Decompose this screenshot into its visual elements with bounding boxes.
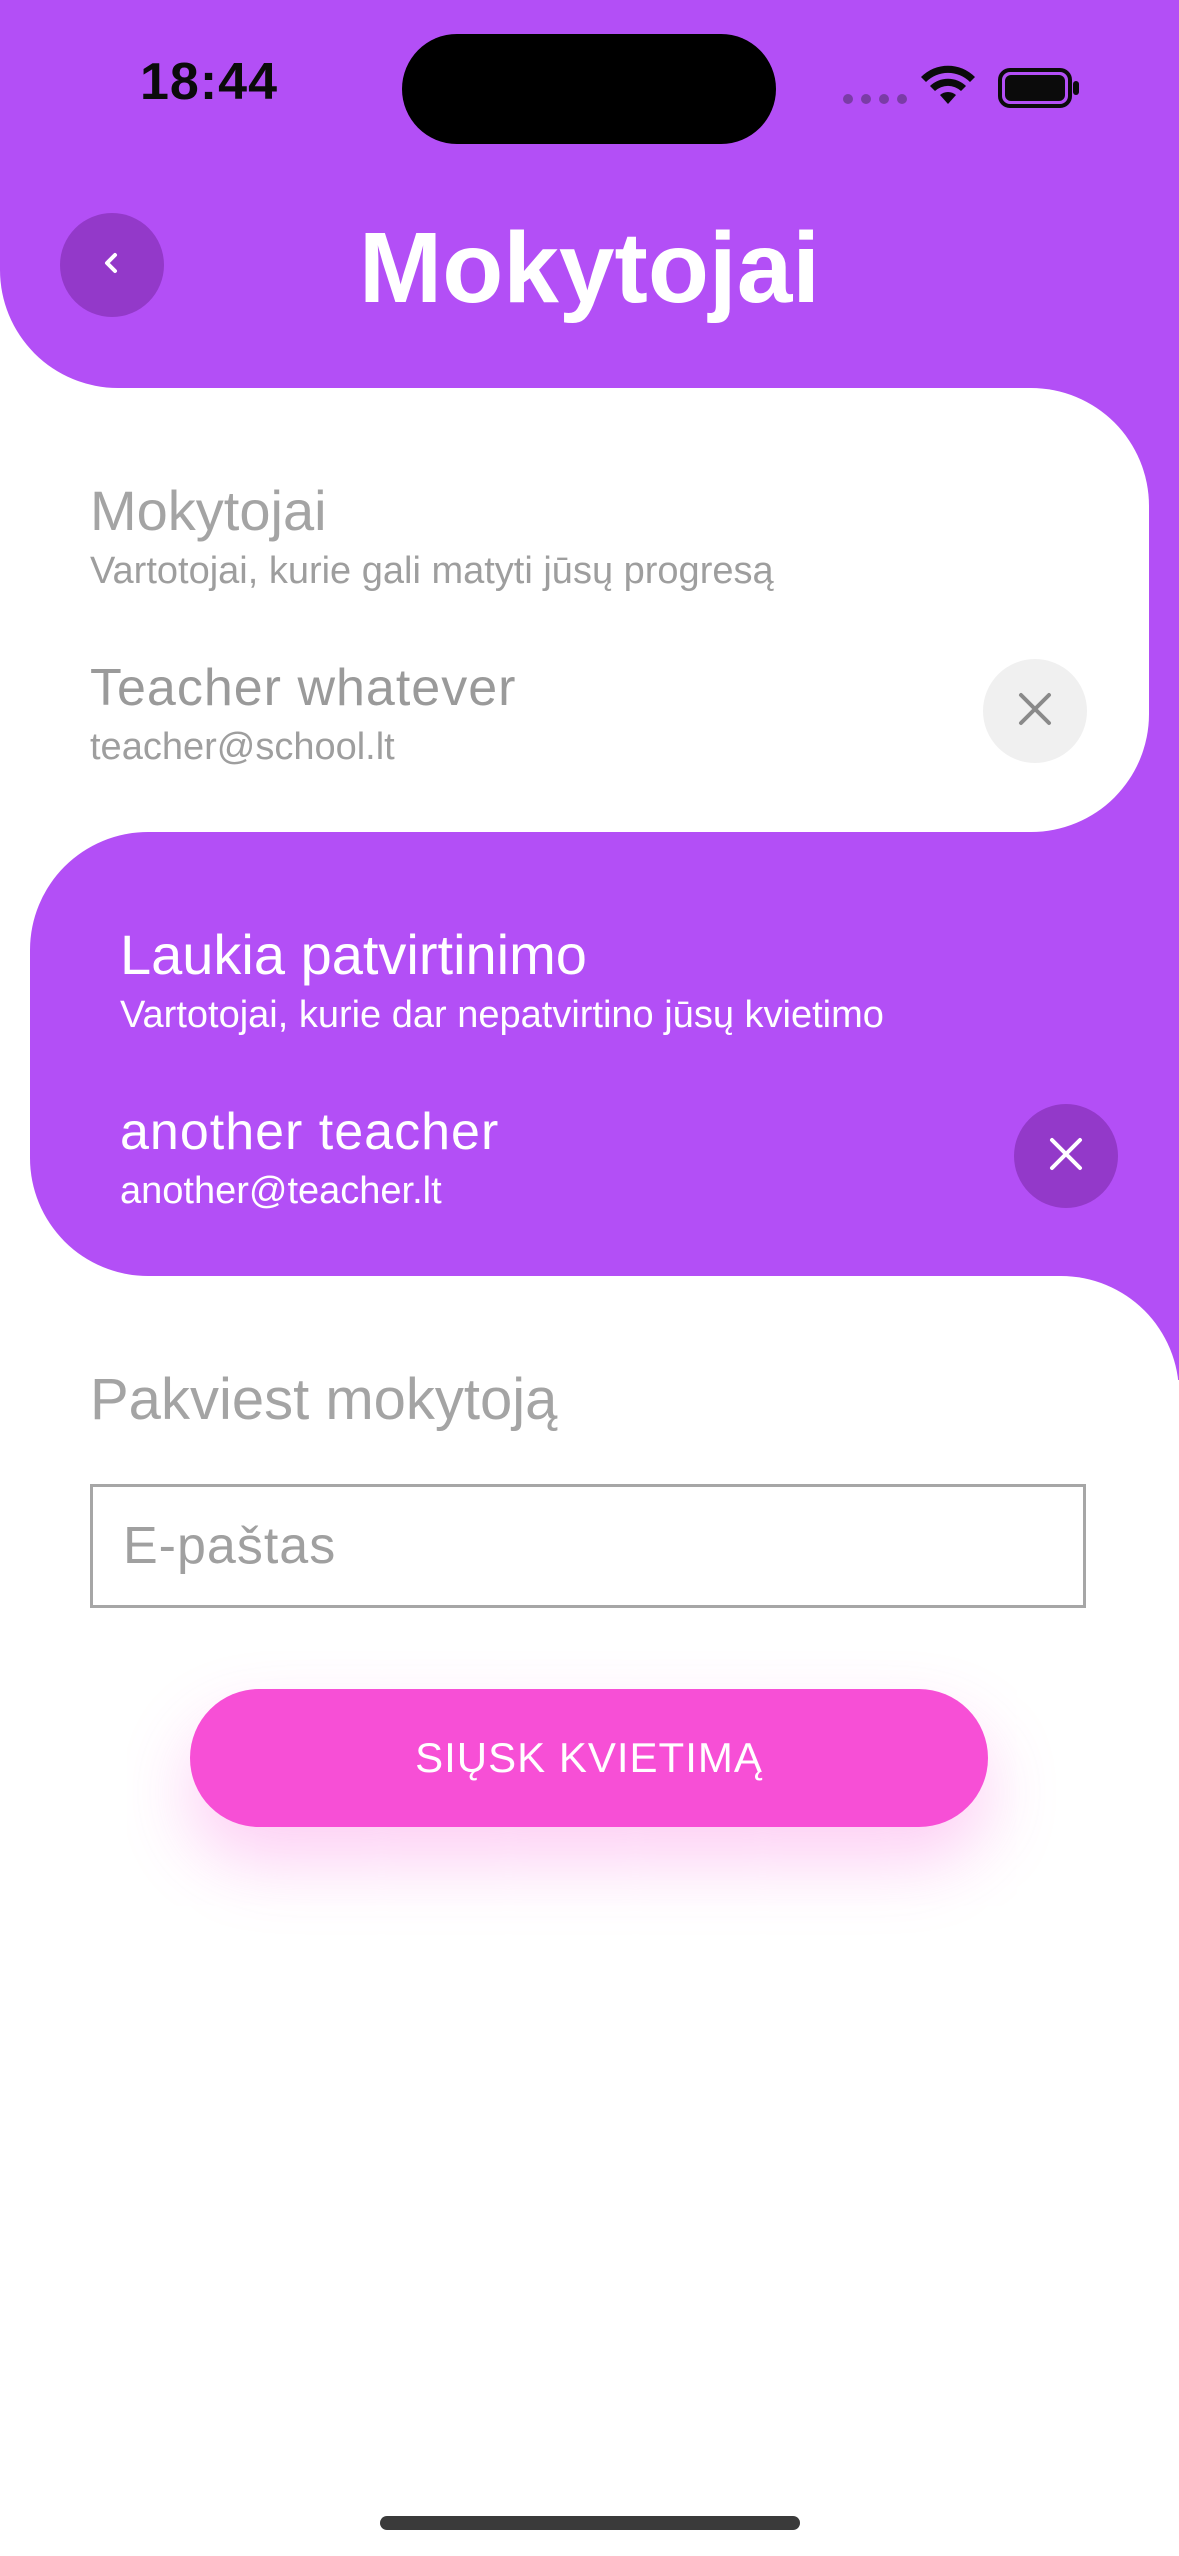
remove-teacher-button[interactable] [983, 659, 1087, 763]
status-time: 18:44 [140, 53, 278, 111]
list-item: Teacher whatever teacher@school.lt [90, 658, 516, 769]
page-title: Mokytojai [358, 212, 821, 324]
home-indicator[interactable] [380, 2516, 800, 2530]
battery-icon [998, 68, 1080, 113]
list-item: another teacher another@teacher.lt [120, 1102, 499, 1213]
teachers-section-subtitle: Vartotojai, kurie gali matyti jūsų progr… [90, 550, 774, 592]
send-invite-button[interactable]: SIŲSK KVIETIMĄ [190, 1689, 988, 1827]
cellular-signal-icon [843, 94, 907, 104]
teacher-name: Teacher whatever [90, 659, 517, 717]
pending-teacher-name: another teacher [120, 1103, 500, 1161]
pending-section-title: Laukia patvirtinimo [120, 923, 587, 986]
invite-section-title: Pakviest mokytoją [90, 1367, 558, 1432]
teacher-email: teacher@school.lt [90, 726, 395, 768]
teachers-section-title: Mokytojai [90, 479, 327, 542]
close-icon [1017, 691, 1053, 732]
invite-section [0, 1276, 1179, 2556]
email-input[interactable] [90, 1484, 1086, 1608]
cancel-invite-button[interactable] [1014, 1104, 1118, 1208]
pending-section-subtitle: Vartotojai, kurie dar nepatvirtino jūsų … [120, 994, 884, 1036]
wifi-icon [920, 64, 976, 113]
close-icon [1048, 1136, 1084, 1177]
dynamic-island [402, 34, 776, 144]
pending-teacher-email: another@teacher.lt [120, 1170, 442, 1212]
